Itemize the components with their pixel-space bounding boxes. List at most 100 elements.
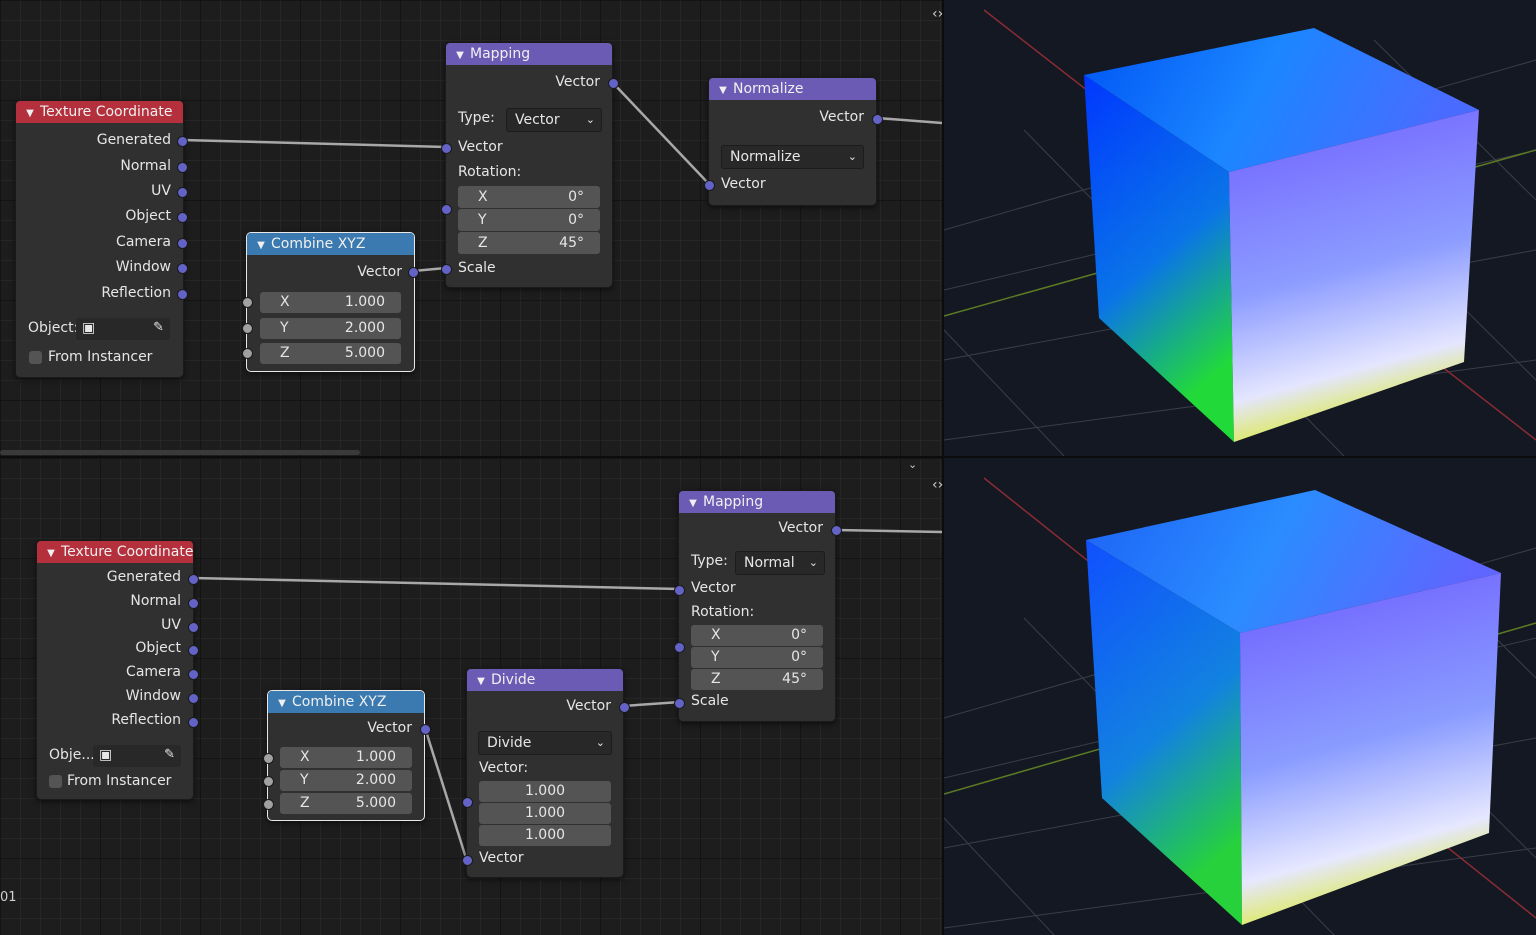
node-header[interactable]: ▼ Combine XYZ [268, 691, 424, 713]
from-instancer-checkbox[interactable] [49, 775, 62, 788]
combine-xyz-node[interactable]: ▼ Combine XYZ Vector X 1.000 Y 2.000 Z 5.000 [242, 232, 419, 372]
collapse-icon[interactable]: ▼ [251, 235, 271, 257]
socket-reflection[interactable] [177, 289, 188, 300]
socket-object[interactable] [177, 212, 188, 223]
socket-vector-out[interactable] [619, 702, 630, 713]
collapse-icon[interactable]: ▼ [471, 671, 491, 693]
socket-window[interactable] [188, 693, 199, 704]
socket-vector-in[interactable] [704, 180, 715, 191]
node-header[interactable]: ▼ Mapping [679, 491, 835, 513]
socket-vector-a-in[interactable] [462, 855, 473, 866]
texture-coordinate-node[interactable]: ▼ Texture Coordinate Generated Normal UV … [15, 100, 188, 378]
socket-y-in[interactable] [242, 323, 253, 334]
z-field[interactable]: Z 5.000 [280, 793, 412, 814]
object-field[interactable]: ▣ ✎ [93, 745, 181, 767]
horizontal-scrollbar[interactable] [0, 450, 360, 455]
socket-camera[interactable] [188, 669, 199, 680]
y-field[interactable]: Y 2.000 [260, 318, 401, 339]
collapse-icon[interactable]: ▼ [713, 80, 733, 102]
socket-uv[interactable] [188, 622, 199, 633]
socket-scale-in[interactable] [441, 264, 452, 275]
socket-rotation-in[interactable] [441, 204, 452, 215]
collapse-icon[interactable]: ▼ [272, 693, 292, 715]
frame-number-label: 01 [0, 890, 17, 905]
rotation-z-field[interactable]: Z 45° [691, 669, 823, 690]
socket-vector-out[interactable] [608, 78, 619, 89]
socket-uv[interactable] [177, 187, 188, 198]
rotation-x-field[interactable]: X 0° [458, 186, 600, 208]
socket-window[interactable] [177, 263, 188, 274]
socket-generated[interactable] [188, 574, 199, 585]
operation-dropdown[interactable]: Normalize ⌄ [721, 145, 864, 169]
expand-arrows-icon[interactable]: ‹› [932, 477, 943, 493]
socket-vector-in[interactable] [441, 143, 452, 154]
output-normal: Normal [120, 158, 171, 174]
mapping-node[interactable]: ▼ Mapping Vector Type: Vector ⌄ Vector Rot… [441, 42, 619, 288]
socket-camera[interactable] [177, 238, 188, 249]
collapse-icon[interactable]: ▼ [683, 493, 703, 515]
texture-coordinate-node[interactable]: ▼ Texture Coordinate Generated Normal UV … [36, 540, 199, 800]
y-field[interactable]: Y 2.000 [280, 770, 412, 791]
node-header[interactable]: ▼ Texture Coordinate [37, 541, 193, 563]
collapse-icon[interactable]: ▼ [20, 103, 40, 125]
socket-x-in[interactable] [242, 297, 253, 308]
normalize-node[interactable]: ▼ Normalize Vector Normalize ⌄ Vector [704, 77, 883, 206]
socket-x-in[interactable] [263, 753, 274, 764]
node-editor-bottom[interactable]: ▼ Texture Coordinate Generated Normal UV … [0, 458, 942, 935]
divide-x-field[interactable]: 1.000 [479, 781, 611, 802]
eyedropper-icon[interactable]: ✎ [164, 747, 175, 762]
rotation-z-field[interactable]: Z 45° [458, 232, 600, 254]
object-field[interactable]: ▣ ✎ [76, 318, 170, 340]
socket-normal[interactable] [188, 598, 199, 609]
mapping-node[interactable]: ▼ Mapping Vector Type: Normal ⌄ Vector Rot… [674, 490, 842, 722]
socket-generated[interactable] [177, 136, 188, 147]
link-mapping-output [835, 528, 942, 534]
node-header[interactable]: ▼ Mapping [446, 43, 612, 65]
vector-input-label: Vector [721, 176, 766, 192]
type-dropdown[interactable]: Normal ⌄ [735, 551, 825, 575]
output-vector: Vector [819, 109, 864, 125]
socket-z-in[interactable] [263, 799, 274, 810]
socket-vector-out[interactable] [872, 114, 883, 125]
from-instancer-label: From Instancer [67, 773, 172, 789]
rotation-y-field[interactable]: Y 0° [458, 209, 600, 231]
collapse-icon[interactable]: ▼ [450, 45, 470, 67]
socket-reflection[interactable] [188, 717, 199, 728]
divide-z-field[interactable]: 1.000 [479, 825, 611, 846]
expand-arrows-icon[interactable]: ‹› [932, 6, 943, 22]
socket-vector-out[interactable] [420, 724, 431, 735]
rotation-x-field[interactable]: X 0° [691, 625, 823, 646]
node-editor-top[interactable]: ▼ Texture Coordinate Generated Normal UV … [0, 0, 942, 456]
viewport-3d-bottom[interactable] [944, 458, 1536, 935]
socket-z-in[interactable] [242, 348, 253, 359]
socket-vector-in[interactable] [674, 585, 685, 596]
socket-vector-b-in[interactable] [462, 797, 473, 808]
z-field[interactable]: Z 5.000 [260, 343, 401, 364]
divide-y-field[interactable]: 1.000 [479, 803, 611, 824]
socket-object[interactable] [188, 645, 199, 656]
x-field[interactable]: X 1.000 [280, 747, 412, 768]
rotation-y-field[interactable]: Y 0° [691, 647, 823, 668]
scale-label: Scale [458, 260, 496, 276]
x-field[interactable]: X 1.000 [260, 292, 401, 313]
from-instancer-checkbox[interactable] [29, 351, 42, 364]
field-key: Y [478, 212, 487, 228]
type-dropdown[interactable]: Vector ⌄ [506, 108, 602, 132]
node-header[interactable]: ▼ Normalize [709, 78, 876, 100]
socket-normal[interactable] [177, 162, 188, 173]
collapse-icon[interactable]: ▼ [41, 543, 61, 565]
combine-xyz-node[interactable]: ▼ Combine XYZ Vector X 1.000 Y 2.000 Z 5.000 [263, 690, 431, 821]
node-header[interactable]: ▼ Combine XYZ [247, 233, 414, 255]
socket-y-in[interactable] [263, 776, 274, 787]
socket-rotation-in[interactable] [674, 642, 685, 653]
node-header[interactable]: ▼ Texture Coordinate [16, 101, 183, 123]
operation-dropdown[interactable]: Divide ⌄ [478, 731, 612, 755]
eyedropper-icon[interactable]: ✎ [153, 320, 164, 335]
viewport-3d-top[interactable] [944, 0, 1536, 456]
socket-vector-out[interactable] [408, 267, 419, 278]
node-header[interactable]: ▼ Divide [467, 669, 623, 691]
divide-node[interactable]: ▼ Divide Vector Divide ⌄ Vector: 1.000 1.0… [462, 668, 630, 878]
socket-scale-in[interactable] [674, 698, 685, 709]
panel-collapse-icon[interactable]: ⌄ [908, 458, 917, 471]
socket-vector-out[interactable] [831, 525, 842, 536]
